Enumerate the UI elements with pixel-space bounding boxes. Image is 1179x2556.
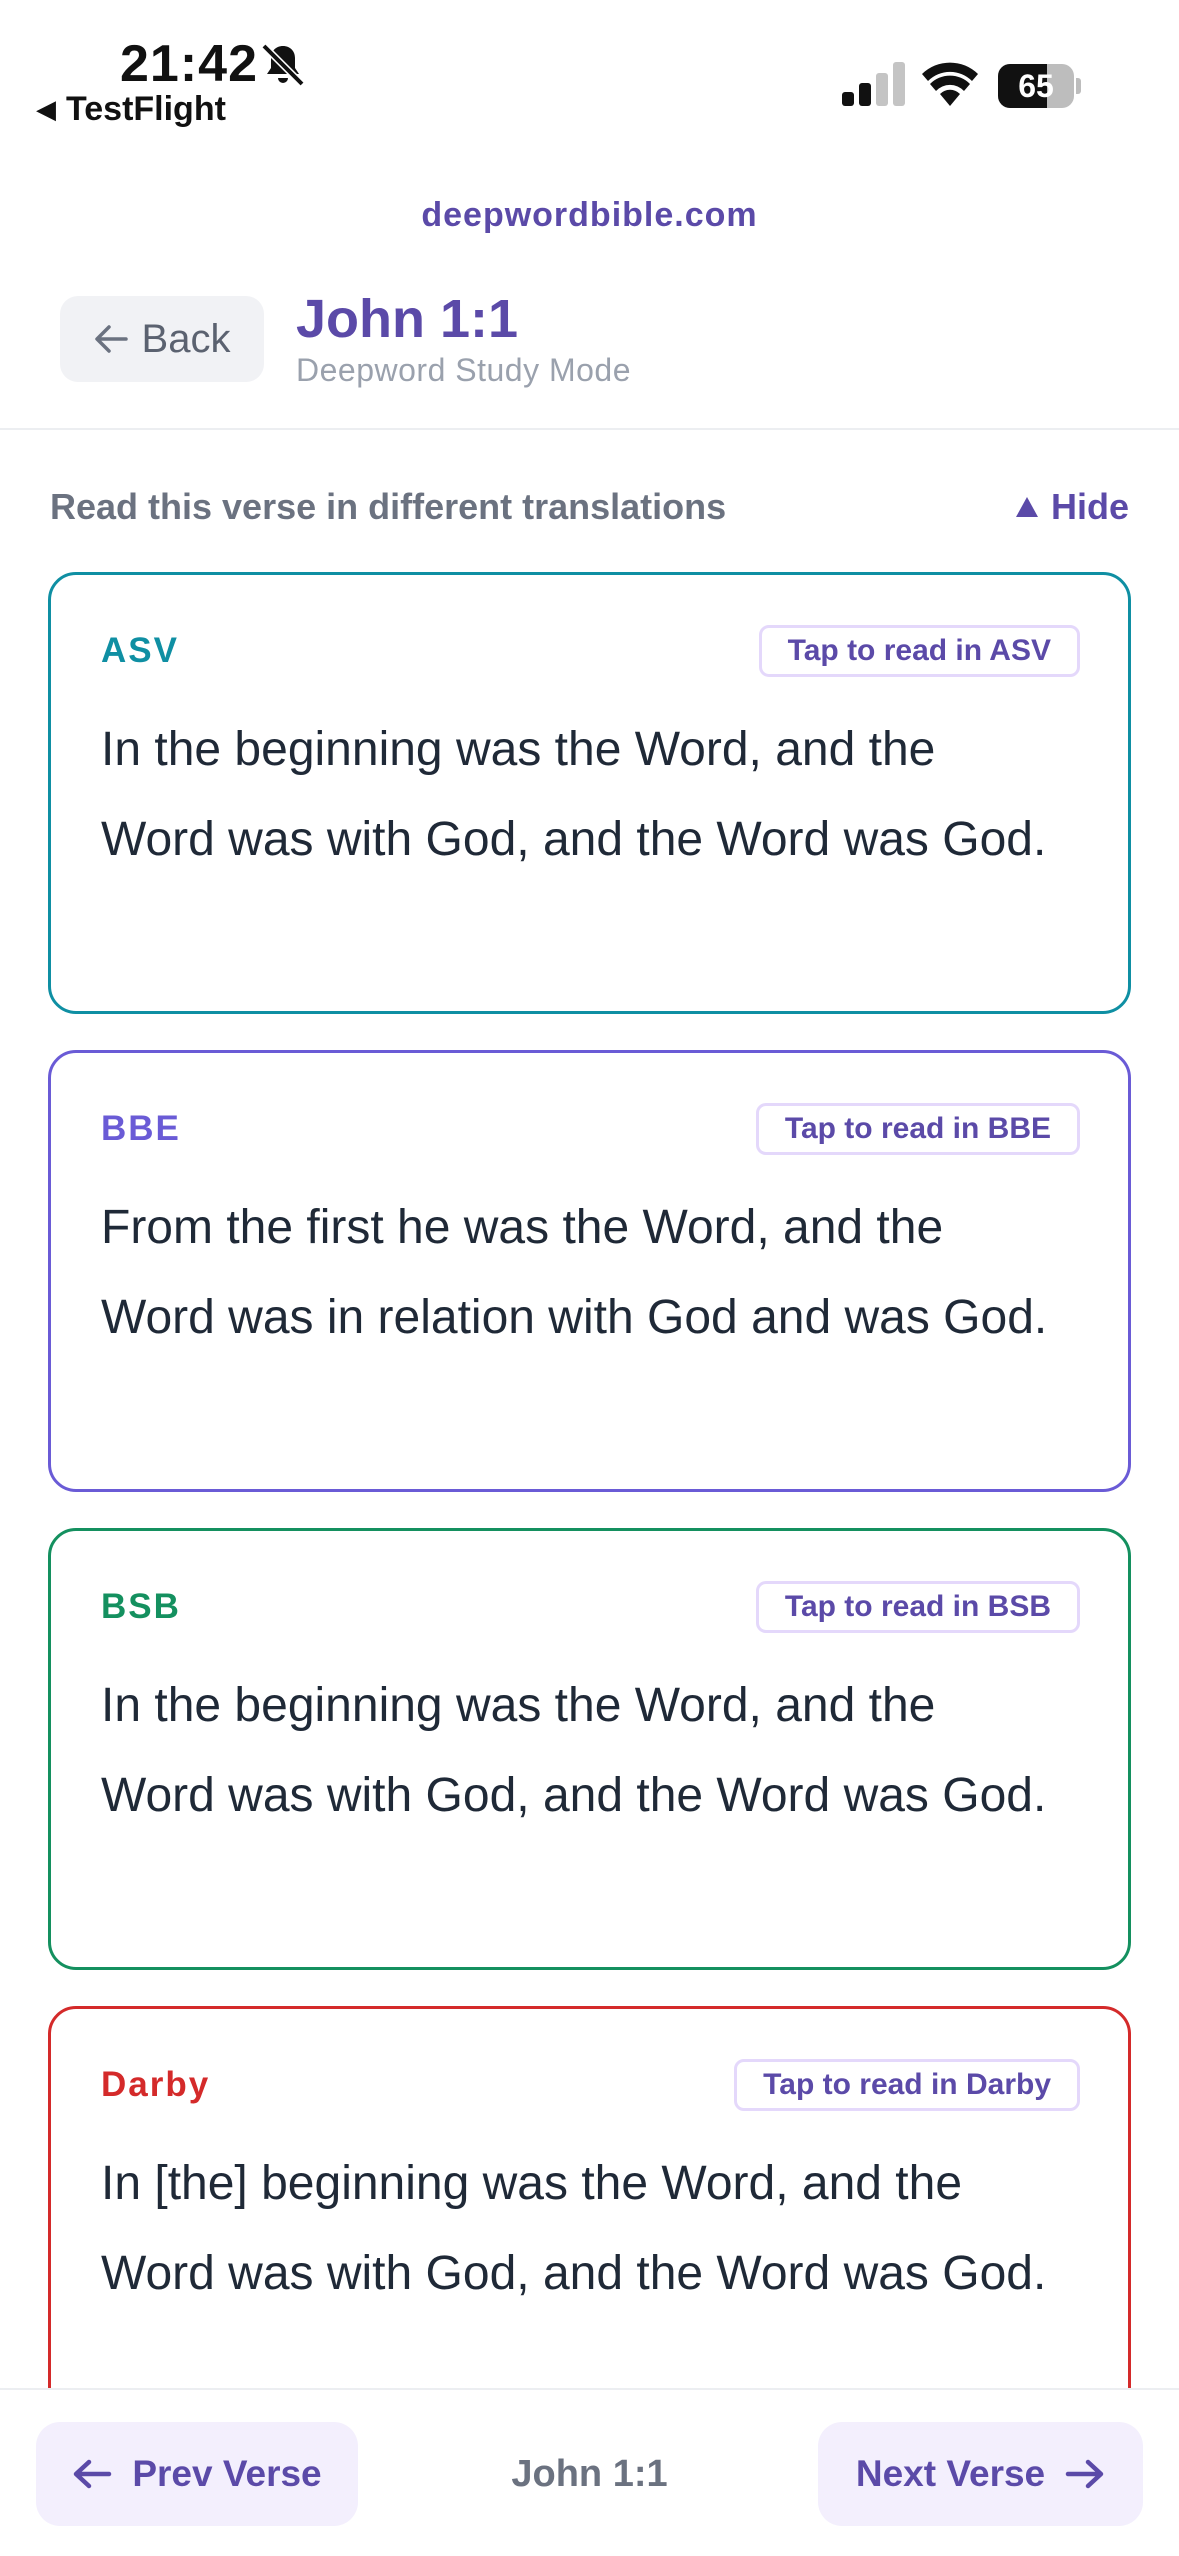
status-time: 21:42	[120, 35, 258, 93]
prev-verse-button[interactable]: Prev Verse	[36, 2422, 358, 2526]
tap-to-read-asv-button[interactable]: Tap to read in ASV	[758, 625, 1080, 677]
page-subtitle: Deepword Study Mode	[296, 352, 632, 388]
site-domain: deepwordbible.com	[421, 196, 758, 234]
verse-text: In [the] beginning was the Word, and the…	[101, 2157, 1047, 2300]
verse-text: From the first he was the Word, and the …	[101, 1201, 1048, 1344]
translation-card-asv[interactable]: ASV Tap to read in ASV In the beginning …	[48, 572, 1131, 1014]
prev-verse-label: Prev Verse	[132, 2453, 322, 2494]
bottom-navigation: Prev Verse John 1:1 Next Verse	[0, 2388, 1179, 2556]
cellular-signal-icon	[842, 62, 905, 106]
back-to-app-link[interactable]: ◀ TestFlight	[36, 90, 226, 129]
arrow-left-icon	[94, 325, 128, 353]
translation-code: BSB	[101, 1587, 181, 1626]
page-title: John 1:1	[296, 289, 519, 349]
back-triangle-icon: ◀	[36, 94, 56, 124]
translations-heading: Read this verse in different translation…	[50, 486, 727, 527]
triangle-up-icon	[1015, 497, 1038, 517]
back-button-label: Back	[141, 316, 231, 361]
translation-code: Darby	[101, 2065, 211, 2104]
translation-card-bsb[interactable]: BSB Tap to read in BSB In the beginning …	[48, 1528, 1131, 1970]
tap-to-read-bbe-button[interactable]: Tap to read in BBE	[755, 1103, 1080, 1155]
translation-card-darby[interactable]: Darby Tap to read in Darby In [the] begi…	[48, 2006, 1131, 2448]
tap-to-read-darby-button[interactable]: Tap to read in Darby	[734, 2059, 1080, 2111]
arrow-right-icon	[1065, 2459, 1104, 2489]
translation-list: ASV Tap to read in ASV In the beginning …	[48, 572, 1131, 2484]
tap-to-read-bsb-button[interactable]: Tap to read in BSB	[755, 1581, 1080, 1633]
next-verse-label: Next Verse	[855, 2453, 1046, 2494]
back-app-label: TestFlight	[66, 90, 226, 128]
translation-card-bbe[interactable]: BBE Tap to read in BBE From the first he…	[48, 1050, 1131, 1492]
arrow-left-icon	[74, 2459, 112, 2489]
header-divider	[0, 428, 1179, 430]
battery-percent: 65	[1018, 68, 1054, 104]
verse-text: In the beginning was the Word, and the W…	[101, 1679, 1047, 1822]
back-button[interactable]: Back	[60, 296, 264, 382]
translation-code: ASV	[101, 631, 179, 670]
battery-indicator: 65	[998, 64, 1081, 108]
wifi-icon	[922, 62, 978, 106]
next-verse-button[interactable]: Next Verse	[818, 2422, 1143, 2526]
hide-toggle-label: Hide	[1050, 486, 1129, 527]
status-bar: 21:42 ◀ TestFlight 65	[0, 0, 1179, 150]
translation-code: BBE	[101, 1109, 181, 1148]
hide-translations-toggle[interactable]: Hide	[1015, 486, 1129, 528]
bell-slash-icon	[261, 43, 305, 87]
verse-text: In the beginning was the Word, and the W…	[101, 723, 1047, 866]
